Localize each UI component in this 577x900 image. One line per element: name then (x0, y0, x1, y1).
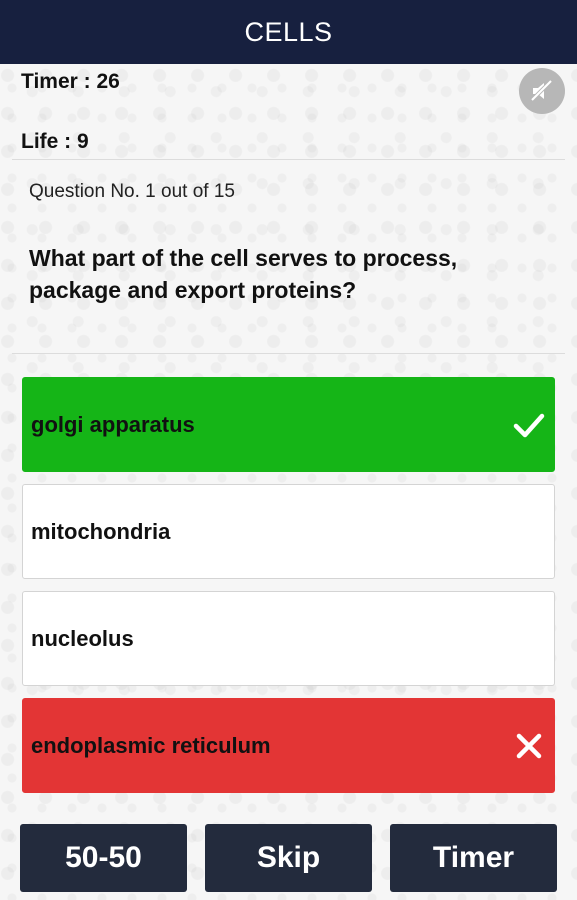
answer-option-2[interactable]: mitochondria (22, 484, 555, 579)
app-header: CELLS (0, 0, 577, 64)
timer-button[interactable]: Timer (390, 824, 557, 892)
answer-label: endoplasmic reticulum (31, 732, 271, 758)
sound-toggle-button[interactable] (519, 68, 565, 114)
divider (12, 353, 565, 354)
timer-display: Timer : 26 (21, 70, 120, 93)
life-display: Life : 9 (21, 130, 89, 153)
fifty-fifty-button[interactable]: 50-50 (20, 824, 187, 892)
sound-off-icon (530, 79, 553, 102)
answer-label: golgi apparatus (31, 411, 195, 437)
check-icon (512, 408, 546, 442)
answer-label: nucleolus (31, 625, 134, 651)
question-counter: Question No. 1 out of 15 (29, 181, 235, 202)
answer-label: mitochondria (31, 518, 171, 544)
divider (12, 159, 565, 160)
cross-icon (512, 729, 546, 763)
page-title: CELLS (244, 16, 333, 47)
question-text: What part of the cell serves to process,… (29, 245, 458, 303)
skip-button[interactable]: Skip (205, 824, 372, 892)
answer-option-1[interactable]: golgi apparatus (22, 377, 555, 472)
answer-option-4[interactable]: endoplasmic reticulum (22, 698, 555, 793)
answer-option-3[interactable]: nucleolus (22, 591, 555, 686)
